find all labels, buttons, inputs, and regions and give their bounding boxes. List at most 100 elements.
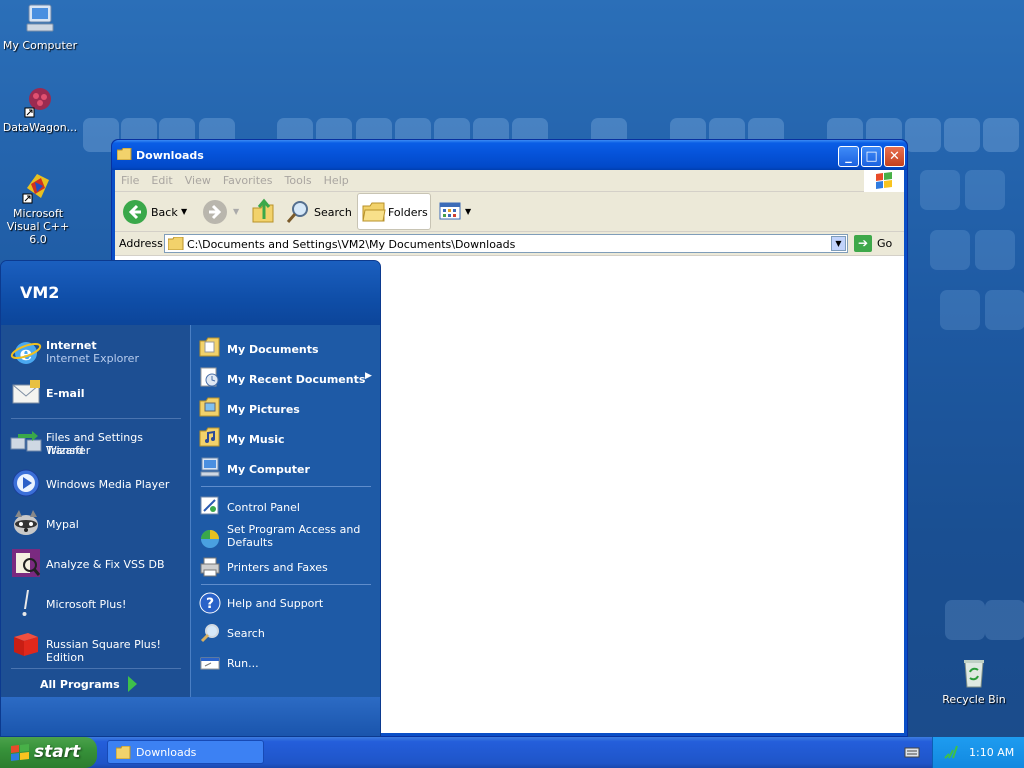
printer-icon [199,556,221,578]
menu-file[interactable]: File [115,170,145,187]
internet-explorer-icon: e [10,336,42,368]
window-titlebar[interactable]: Downloads _ □ ✕ [112,140,907,170]
run-icon [199,652,221,674]
start-item-label: Windows Media Player [46,478,170,491]
back-arrow-icon [123,200,147,224]
start-item-email[interactable]: E-mail [1,373,190,413]
address-value: C:\Documents and Settings\VM2\My Documen… [187,238,516,251]
up-folder-button[interactable] [251,198,277,226]
taskbar-button-downloads[interactable]: Downloads [107,740,264,764]
start-item-control-panel[interactable]: Control Panel [191,491,381,519]
start-item-label: E-mail [46,387,85,400]
start-item-label: Set Program Access and [227,523,361,536]
start-item-russian-square[interactable]: Russian Square Plus! Edition [1,623,190,664]
menu-tools[interactable]: Tools [279,170,318,187]
computer-icon [199,456,221,478]
start-item-analyze-fix-vss[interactable]: Analyze & Fix VSS DB [1,543,190,583]
minimize-button[interactable]: _ [838,146,859,167]
my-music-icon [199,426,221,448]
views-dropdown-icon: ▼ [465,207,472,216]
address-dropdown-button[interactable]: ▼ [831,236,846,251]
address-label: Address [119,237,163,250]
desktop-icon-my-computer[interactable]: My Computer [0,2,80,52]
desktop-icon-recycle-bin[interactable]: Recycle Bin [934,656,1014,706]
back-label: Back [151,206,178,219]
start-item-my-recent-documents[interactable]: My Recent Documents ▶ [191,363,381,391]
close-icon: ✕ [889,149,900,164]
start-menu-footer [1,697,380,736]
system-tray: 1:10 AM [932,737,1024,768]
start-item-label: My Computer [227,463,310,476]
forward-button[interactable]: ▼ [203,198,243,226]
start-item-windows-media-player[interactable]: Windows Media Player [1,463,190,503]
start-item-label: My Recent Documents [227,373,366,386]
control-panel-icon [199,494,221,516]
folders-icon [362,202,386,222]
go-button[interactable]: ➔ Go [854,234,910,253]
start-item-mypal[interactable]: Mypal [1,503,190,543]
start-item-search[interactable]: Search [191,619,381,647]
windows-flag-icon [864,170,904,192]
media-player-icon [10,467,42,499]
russian-square-cube-icon [10,627,42,659]
start-item-label: Russian Square Plus! Edition [46,638,161,664]
start-item-label: Printers and Faxes [227,561,328,574]
desktop-icon-datawagon[interactable]: DataWagon... [0,84,80,134]
microsoft-plus-icon [10,587,42,619]
start-item-files-settings-transfer[interactable]: Files and Settings Transfer Wizard [1,423,190,463]
start-item-my-documents[interactable]: My Documents [191,333,381,361]
views-icon [439,202,461,220]
recycle-bin-icon [957,656,991,690]
go-arrow-icon: ➔ [854,235,872,252]
start-item-microsoft-plus[interactable]: Microsoft Plus! [1,583,190,623]
menu-favorites[interactable]: Favorites [217,170,279,187]
address-input[interactable]: C:\Documents and Settings\VM2\My Documen… [164,234,848,253]
desktop-icon-visual-cpp[interactable]: Microsoft Visual C++ 6.0 [0,170,78,246]
menu-help[interactable]: Help [318,170,355,187]
close-button[interactable]: ✕ [884,146,905,167]
start-item-my-pictures[interactable]: My Pictures [191,393,381,421]
views-button[interactable]: ▼ [439,198,475,226]
separator [11,668,181,669]
start-item-sublabel: Wizard [46,444,84,457]
back-dropdown-icon[interactable]: ▼ [181,207,187,216]
desktop-icon-label: DataWagon... [2,121,78,134]
all-programs-button[interactable]: All Programs [1,673,190,695]
menu-edit[interactable]: Edit [145,170,178,187]
green-arrow-icon [128,676,137,692]
start-item-run[interactable]: Run... [191,649,381,677]
transfer-wizard-icon [10,428,42,460]
start-item-label: My Pictures [227,403,300,416]
start-item-printers-faxes[interactable]: Printers and Faxes [191,553,381,581]
search-button[interactable]: Search [285,198,355,226]
start-button[interactable]: start [0,737,97,768]
folder-icon [168,237,184,250]
all-programs-label: All Programs [40,678,120,691]
start-item-internet[interactable]: e Internet Internet Explorer [1,333,190,373]
start-item-label: Help and Support [227,597,324,610]
separator [201,486,371,487]
back-button[interactable]: Back ▼ [123,198,193,226]
my-documents-icon [199,336,221,358]
start-item-label: Microsoft Plus! [46,598,127,611]
start-item-sublabel: Internet Explorer [46,352,139,365]
menu-bar: File Edit View Favorites Tools Help [115,170,904,192]
svg-text:?: ? [206,596,214,612]
minimize-icon: _ [845,149,852,164]
keyboard-icon[interactable] [904,745,920,759]
network-icon[interactable] [943,744,959,760]
start-menu-header: VM2 [1,261,380,325]
start-item-label: Search [227,627,265,640]
maximize-button[interactable]: □ [861,146,882,167]
taskbar-button-label: Downloads [136,746,197,759]
standard-toolbar: Back ▼ ▼ Search Folders ▼ [115,192,904,232]
start-item-my-music[interactable]: My Music [191,423,381,451]
folders-button[interactable]: Folders [357,193,431,230]
my-pictures-icon [199,396,221,418]
start-item-help-support[interactable]: ? Help and Support [191,589,381,617]
start-item-my-computer[interactable]: My Computer [191,453,381,481]
maximize-icon: □ [865,149,878,164]
start-item-set-program-access[interactable]: Set Program Access and Defaults [191,521,381,555]
menu-view[interactable]: View [179,170,217,187]
help-icon: ? [199,592,221,614]
